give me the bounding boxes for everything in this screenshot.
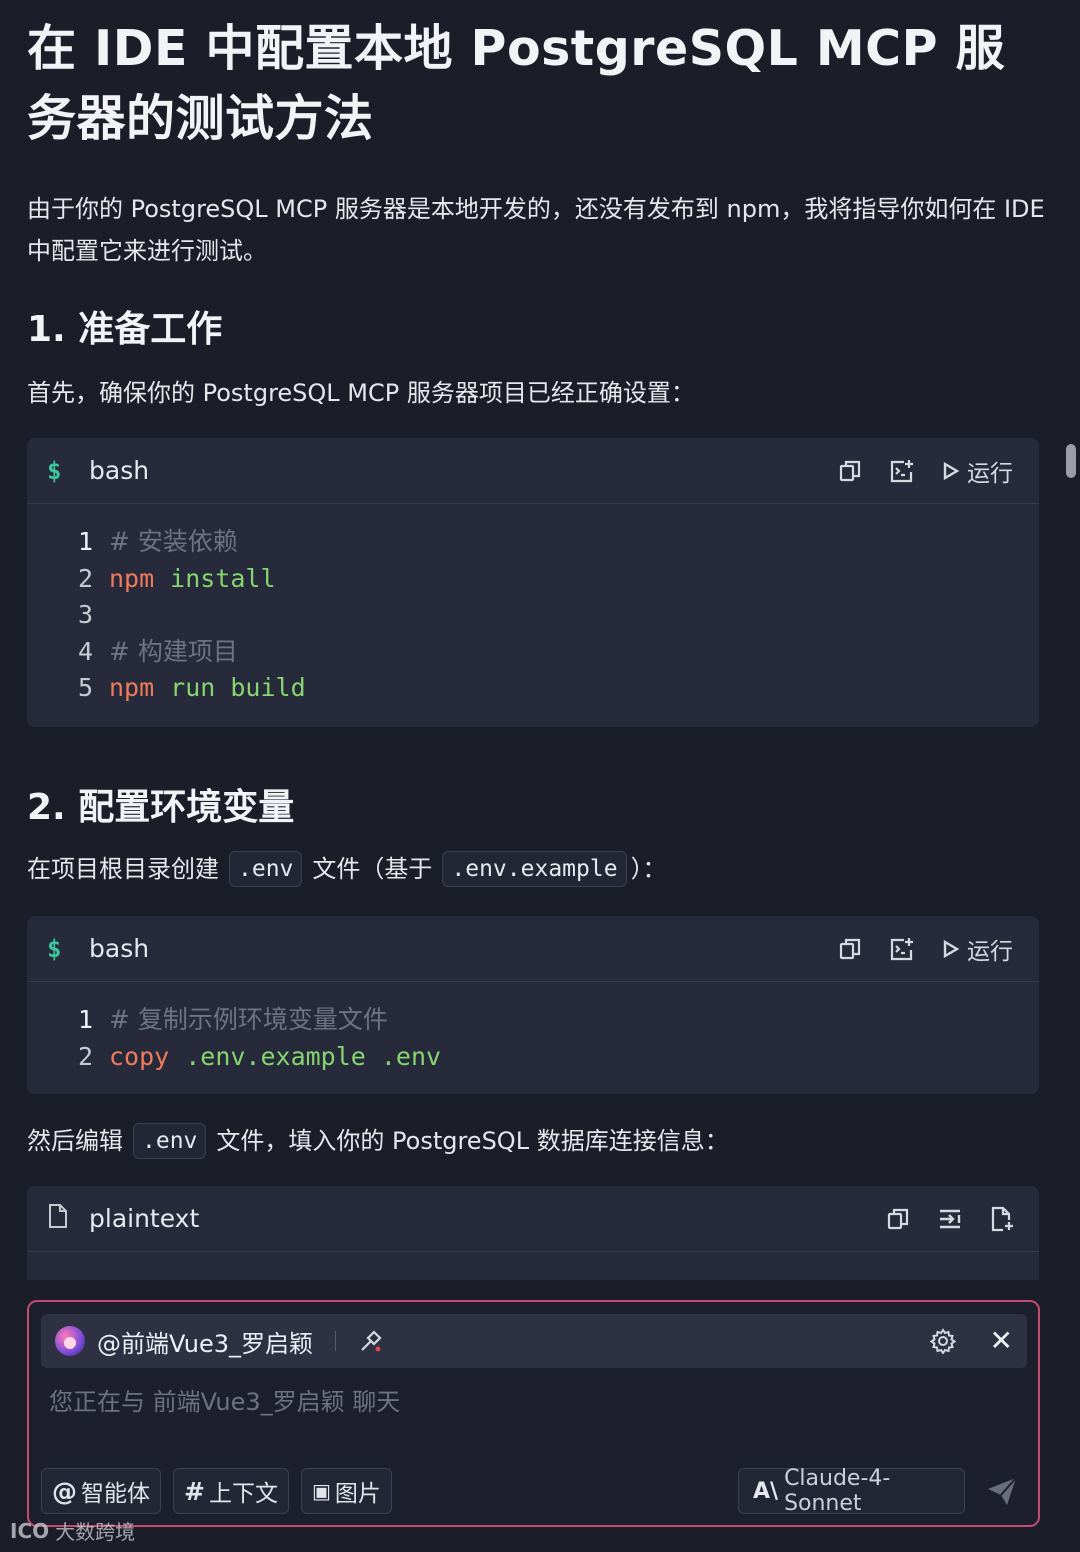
- image-button[interactable]: ▣ 图片: [300, 1468, 392, 1514]
- terminal-icon: $: [47, 934, 62, 963]
- chat-input-placeholder[interactable]: 您正在与 前端Vue3_罗启颖 聊天: [49, 1382, 400, 1417]
- gear-icon[interactable]: [929, 1328, 956, 1354]
- code-line: 5 npm run build: [73, 670, 1039, 707]
- chip-label: 图片: [334, 1481, 381, 1507]
- agent-mention-button[interactable]: @ 智能体: [41, 1468, 161, 1514]
- code-header: plaintext: [27, 1186, 1039, 1252]
- agent-bar: @前端Vue3_罗启颖 ✕: [41, 1314, 1027, 1368]
- new-file-icon[interactable]: [989, 1206, 1015, 1232]
- code-comment: # 安装依赖: [109, 527, 238, 556]
- watermark: ICO 大数跨境: [10, 1516, 135, 1545]
- at-icon: @: [52, 1476, 77, 1506]
- code-command: copy: [109, 1041, 170, 1071]
- code-args: .env.example .env: [185, 1041, 442, 1071]
- watermark-logo: ICO: [10, 1518, 50, 1543]
- avatar: [55, 1326, 85, 1356]
- code-language: bash: [89, 934, 150, 963]
- hash-icon: #: [184, 1476, 205, 1506]
- code-command: npm: [109, 563, 155, 593]
- anthropic-logo-icon: A\: [753, 1478, 779, 1504]
- close-icon[interactable]: ✕: [990, 1327, 1013, 1355]
- copy-icon[interactable]: [837, 936, 863, 962]
- code-line: 2 copy .env.example .env: [73, 1039, 1039, 1076]
- code-block-3: plaintext: [27, 1186, 1039, 1280]
- image-icon: ▣: [311, 1479, 331, 1503]
- play-icon: [943, 461, 960, 480]
- chat-toolbar: @ 智能体 # 上下文 ▣ 图片: [41, 1468, 392, 1514]
- section-text-1: 首先，确保你的 PostgreSQL MCP 服务器项目已经正确设置：: [27, 379, 695, 407]
- section-text-2: 在项目根目录创建 .env 文件（基于 .env.example ）：: [27, 848, 667, 890]
- line-number: 2: [77, 563, 93, 593]
- code-line: 3: [73, 597, 1039, 634]
- chip-label: 智能体: [81, 1481, 150, 1507]
- hammer-icon[interactable]: [358, 1328, 384, 1354]
- code-block-2: $ bash 运行 1 # 复制示例环境变量文件 2 copy .env.exa…: [27, 916, 1039, 1094]
- text-fragment: ）：: [630, 855, 667, 883]
- play-icon: [943, 939, 960, 958]
- inline-code-env: .env: [133, 1123, 207, 1159]
- code-block-1: $ bash 运行 1 # 安装依赖 2 npm install 3 4 # 构…: [27, 438, 1039, 727]
- context-button[interactable]: # 上下文: [173, 1468, 289, 1514]
- code-language: plaintext: [89, 1204, 200, 1233]
- inline-code-env: .env: [229, 851, 303, 887]
- code-line: 4 # 构建项目: [73, 634, 1039, 671]
- code-comment: # 构建项目: [109, 636, 238, 666]
- section-heading-1: 1. 准备工作: [27, 309, 223, 350]
- code-line: 2 npm install: [73, 561, 1039, 598]
- run-label: 运行: [967, 460, 1013, 487]
- model-name: Claude-4-Sonnet: [784, 1466, 891, 1516]
- copy-icon[interactable]: [837, 458, 863, 484]
- code-header: $ bash 运行: [27, 916, 1039, 982]
- section-heading-2: 2. 配置环境变量: [27, 787, 295, 828]
- scrollbar-thumb[interactable]: [1066, 444, 1076, 478]
- text-fragment: 然后编辑: [27, 1127, 123, 1155]
- line-number: 2: [77, 1041, 93, 1071]
- text-fragment: 在项目根目录创建: [27, 855, 219, 883]
- terminal-icon: $: [47, 456, 62, 485]
- insert-at-cursor-icon[interactable]: [937, 1206, 963, 1232]
- chip-label: 上下文: [208, 1481, 278, 1507]
- code-comment: # 复制示例环境变量文件: [109, 1005, 388, 1034]
- insert-terminal-icon[interactable]: [889, 936, 915, 962]
- line-number: 1: [77, 527, 93, 556]
- code-args: run build: [170, 673, 306, 703]
- code-args: install: [170, 563, 276, 593]
- code-body: 1 # 复制示例环境变量文件 2 copy .env.example .env: [27, 982, 1039, 1089]
- run-button[interactable]: 运行: [941, 454, 1013, 488]
- text-fragment: 文件，填入你的 PostgreSQL 数据库连接信息：: [216, 1127, 729, 1155]
- code-header: $ bash 运行: [27, 438, 1039, 504]
- chat-panel: 在 IDE 中配置本地 PostgreSQL MCP 服务器的测试方法 由于你的…: [0, 0, 1080, 1552]
- divider: [335, 1331, 337, 1351]
- agent-name[interactable]: @前端Vue3_罗启颖: [97, 1324, 313, 1359]
- line-number: 1: [77, 1005, 93, 1034]
- watermark-text: 大数跨境: [55, 1520, 136, 1544]
- line-number: 5: [77, 673, 93, 703]
- code-body: 1 # 安装依赖 2 npm install 3 4 # 构建项目 5 npm ru…: [27, 504, 1039, 721]
- run-label: 运行: [967, 938, 1013, 965]
- inline-code-env-example: .env.example: [442, 851, 627, 887]
- intro-text: 由于你的 PostgreSQL MCP 服务器是本地开发的，还没有发布到 npm…: [27, 195, 1045, 265]
- page-title: 在 IDE 中配置本地 PostgreSQL MCP 服务器的测试方法: [27, 20, 1006, 147]
- text-fragment: 文件（基于: [312, 855, 433, 883]
- copy-icon[interactable]: [885, 1206, 911, 1232]
- code-language: bash: [89, 456, 150, 485]
- code-command: npm: [109, 673, 155, 703]
- line-number: 4: [77, 636, 93, 666]
- send-icon[interactable]: [985, 1474, 1019, 1508]
- file-icon: [47, 1203, 81, 1235]
- code-line: 1 # 复制示例环境变量文件: [73, 1002, 1039, 1039]
- section-text-3: 然后编辑 .env 文件，填入你的 PostgreSQL 数据库连接信息：: [27, 1120, 729, 1162]
- code-line: 1 # 安装依赖: [73, 524, 1039, 561]
- chat-input-box[interactable]: @前端Vue3_罗启颖 ✕ 您正在与 前端Vue3_罗启颖 聊天 @ 智能体 #…: [27, 1300, 1040, 1527]
- insert-terminal-icon[interactable]: [889, 458, 915, 484]
- model-selector[interactable]: A\ Claude-4-Sonnet: [738, 1466, 965, 1516]
- line-number: 3: [77, 600, 93, 630]
- run-button[interactable]: 运行: [941, 932, 1013, 966]
